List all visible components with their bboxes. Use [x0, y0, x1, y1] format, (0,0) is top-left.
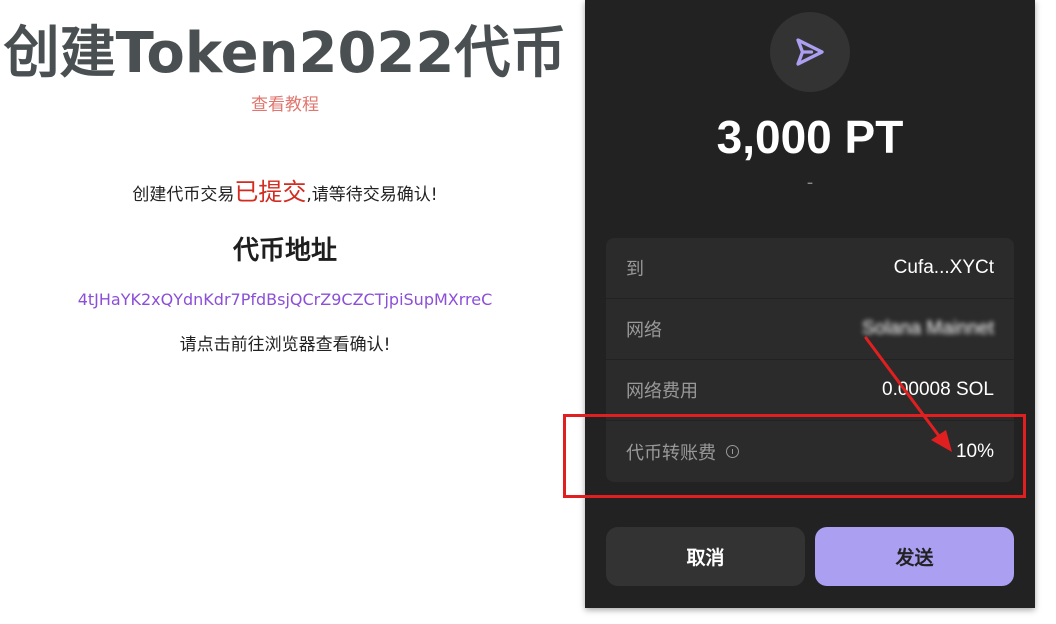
detail-row-network: 网络 Solana Mainnet — [606, 299, 1014, 360]
transfer-amount: 3,000 PT — [716, 111, 904, 163]
tutorial-link[interactable]: 查看教程 — [0, 90, 570, 115]
network-value: Solana Mainnet — [861, 318, 994, 339]
wallet-confirm-popup: 3,000 PT - 到 Cufa...XYCt 网络 Solana Mainn… — [585, 0, 1035, 608]
status-suffix: ,请等待交易确认! — [306, 185, 438, 205]
detail-label: 网络费用 — [626, 381, 698, 402]
detail-label: 网络 — [626, 320, 662, 341]
address-heading: 代币地址 — [232, 236, 337, 266]
send-button[interactable]: 发送 — [815, 527, 1014, 586]
screenshot-root: 创建Token2022代币 查看教程 创建代币交易已提交,请等待交易确认! 代币… — [0, 0, 1056, 624]
page-title: 创建Token2022代币 — [3, 21, 567, 86]
amount-fiat-value: - — [806, 172, 814, 193]
status-prefix: 创建代币交易 — [132, 185, 235, 205]
send-icon-badge — [770, 12, 850, 92]
detail-label: 到 — [626, 259, 644, 280]
status-highlight: 已提交 — [234, 178, 307, 206]
token-create-page: 创建Token2022代币 查看教程 创建代币交易已提交,请等待交易确认! 代币… — [0, 0, 570, 624]
network-fee-value: 0.00008 SOL — [882, 379, 994, 400]
status-message: 创建代币交易已提交,请等待交易确认! — [0, 172, 570, 207]
explorer-hint: 请点击前往浏览器查看确认! — [179, 335, 391, 355]
detail-row-network-fee: 网络费用 0.00008 SOL — [606, 360, 1014, 421]
cancel-button[interactable]: 取消 — [606, 527, 805, 586]
send-icon — [796, 38, 824, 66]
annotation-highlight-box — [563, 414, 1026, 498]
recipient-address[interactable]: Cufa...XYCt — [894, 257, 994, 279]
token-address-link[interactable]: 4tJHaYK2xQYdnKdr7PfdBsjQCrZ9CZCTjpiSupMX… — [0, 290, 570, 309]
detail-row-to: 到 Cufa...XYCt — [606, 238, 1014, 299]
